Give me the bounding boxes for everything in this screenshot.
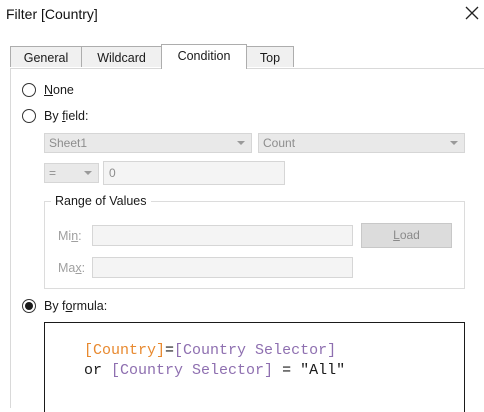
- formula-token: "All": [300, 362, 346, 379]
- window-title: Filter [Country]: [6, 6, 98, 22]
- value-input[interactable]: 0: [103, 161, 285, 185]
- by-field-radio[interactable]: [22, 109, 36, 123]
- max-input[interactable]: [92, 257, 353, 278]
- formula-token: [Country Selector]: [111, 362, 274, 379]
- load-button[interactable]: Load: [361, 223, 452, 248]
- range-legend: Range of Values: [51, 194, 151, 208]
- tab-general[interactable]: General: [10, 46, 82, 67]
- none-radio[interactable]: [22, 83, 36, 97]
- chevron-down-icon: [450, 141, 458, 145]
- max-label: Max:: [58, 261, 86, 275]
- tab-label: Wildcard: [97, 51, 146, 65]
- tab-label: Top: [259, 51, 281, 65]
- formula-editor[interactable]: [Country]=[Country Selector] or [Country…: [44, 322, 465, 412]
- aggregation-select[interactable]: Count: [258, 133, 465, 153]
- chevron-down-icon: [84, 171, 92, 175]
- formula-token: or: [84, 362, 112, 379]
- min-label: Min:: [58, 229, 82, 243]
- by-formula-label[interactable]: By formula:: [44, 299, 107, 313]
- field-select[interactable]: Sheet1: [44, 133, 252, 153]
- formula-line-2: or [Country Selector] = "All": [48, 345, 345, 396]
- close-icon[interactable]: [463, 4, 481, 22]
- tab-condition[interactable]: Condition: [161, 44, 247, 69]
- tab-label: Condition: [177, 49, 231, 63]
- by-field-label[interactable]: By field:: [44, 109, 88, 123]
- tab-wildcard[interactable]: Wildcard: [81, 46, 162, 67]
- tab-strip: General Wildcard Condition Top: [10, 44, 480, 69]
- min-input[interactable]: [92, 225, 353, 246]
- tab-top[interactable]: Top: [246, 46, 294, 67]
- formula-token: =: [273, 362, 301, 379]
- none-label[interactable]: None: [44, 83, 74, 97]
- chevron-down-icon: [237, 141, 245, 145]
- operator-select[interactable]: =: [44, 163, 99, 183]
- by-formula-radio[interactable]: [22, 299, 36, 313]
- tab-label: General: [23, 51, 69, 65]
